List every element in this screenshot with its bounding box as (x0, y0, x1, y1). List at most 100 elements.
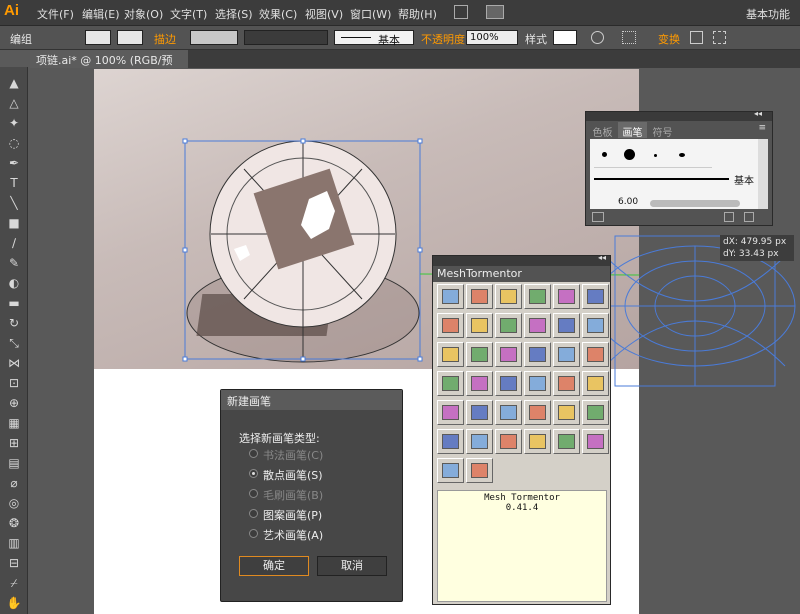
menu-type[interactable]: 文字(T) (170, 6, 207, 22)
recolor-artwork-icon[interactable] (591, 31, 604, 44)
paintbrush-tool-icon[interactable]: ∕ (5, 235, 23, 251)
menu-object[interactable]: 对象(O) (124, 6, 163, 22)
menu-effect[interactable]: 效果(C) (259, 6, 297, 22)
hand-tool-icon[interactable]: ✋ (5, 595, 23, 611)
basic-brush-line[interactable] (594, 178, 729, 180)
panel-menu-icon[interactable]: ≡ (758, 123, 766, 133)
mesh-tool-button[interactable] (437, 429, 464, 454)
width-tool-icon[interactable]: ⋈ (5, 355, 23, 371)
mesh-tool-button[interactable] (495, 400, 522, 425)
workspace-switcher[interactable]: 基本功能 (746, 6, 790, 22)
mesh-tool-button[interactable] (524, 342, 551, 367)
menu-file[interactable]: 文件(F) (37, 6, 74, 22)
mesh-tool-button[interactable] (437, 371, 464, 396)
blob-brush-tool-icon[interactable]: ◐ (5, 275, 23, 291)
stroke-swatch[interactable] (117, 30, 143, 45)
radio-art[interactable] (249, 529, 258, 538)
fill-swatch[interactable] (85, 30, 111, 45)
mesh-tool-button[interactable] (553, 429, 580, 454)
artboard-tool-icon[interactable]: ⊟ (5, 555, 23, 571)
radio-bristle[interactable] (249, 489, 258, 498)
mesh-tool-button[interactable] (466, 313, 493, 338)
line-tool-icon[interactable]: ╲ (5, 195, 23, 211)
menu-edit[interactable]: 编辑(E) (82, 6, 120, 22)
lasso-tool-icon[interactable]: ◌ (5, 135, 23, 151)
mesh-tool-button[interactable] (582, 400, 609, 425)
delete-brush-icon[interactable] (744, 212, 754, 222)
mesh-tool-button[interactable] (437, 313, 464, 338)
rotate-tool-icon[interactable]: ↻ (5, 315, 23, 331)
new-brush-icon[interactable] (724, 212, 734, 222)
radio-pattern[interactable] (249, 509, 258, 518)
mesh-tool-button[interactable] (437, 284, 464, 309)
mesh-tool-button[interactable] (582, 429, 609, 454)
mesh-tool-button[interactable] (466, 342, 493, 367)
eraser-tool-icon[interactable]: ▬ (5, 295, 23, 311)
mesh-tool-button[interactable] (524, 429, 551, 454)
align-icon[interactable] (622, 31, 636, 44)
free-transform-tool-icon[interactable]: ⊡ (5, 375, 23, 391)
mesh-tool-button[interactable] (437, 342, 464, 367)
menu-view[interactable]: 视图(V) (305, 6, 343, 22)
tab-swatches[interactable]: 色板 (588, 122, 617, 139)
tab-brushes[interactable]: 画笔 (618, 122, 647, 139)
pen-tool-icon[interactable]: ✒ (5, 155, 23, 171)
mesh-tool-button[interactable] (553, 313, 580, 338)
mesh-tool-button[interactable] (466, 400, 493, 425)
opacity-label-link[interactable]: 不透明度 (421, 31, 465, 47)
brush-definition-field[interactable]: 基本 (334, 30, 414, 47)
bridge-icon[interactable] (454, 5, 468, 19)
menu-help[interactable]: 帮助(H) (398, 6, 437, 22)
opacity-field[interactable]: 100% (466, 30, 518, 45)
ok-button[interactable]: 确定 (239, 556, 309, 576)
mesh-tool-button[interactable] (582, 313, 609, 338)
type-tool-icon[interactable]: T (5, 175, 23, 191)
stroke-label-link[interactable]: 描边 (154, 31, 176, 47)
selection-tool-icon[interactable]: ▲ (5, 75, 23, 91)
mesh-tool-button[interactable] (524, 313, 551, 338)
variable-width-profile[interactable] (244, 30, 328, 45)
graphic-style-picker[interactable] (553, 30, 577, 45)
mesh-tool-button[interactable] (553, 284, 580, 309)
isolate-icon[interactable] (690, 31, 703, 44)
brush-stroke-preview[interactable] (650, 200, 740, 207)
direct-selection-tool-icon[interactable]: △ (5, 95, 23, 111)
brush-library-list[interactable]: 基本 6.00 (590, 139, 758, 209)
mesh-tool-button[interactable] (495, 342, 522, 367)
radio-scatter[interactable] (249, 469, 258, 478)
mesh-tool-icon[interactable]: ⊞ (5, 435, 23, 451)
mesh-tool-button[interactable] (437, 458, 464, 483)
mesh-tool-button[interactable] (466, 458, 493, 483)
eyedropper-tool-icon[interactable]: ⌀ (5, 475, 23, 491)
mesh-tool-button[interactable] (495, 371, 522, 396)
scale-tool-icon[interactable]: ⤡ (5, 335, 23, 351)
brush-list-scrollbar[interactable] (758, 139, 768, 209)
magic-wand-tool-icon[interactable]: ✦ (5, 115, 23, 131)
mesh-tool-button[interactable] (553, 400, 580, 425)
brush-tip-small[interactable] (602, 152, 607, 157)
gradient-tool-icon[interactable]: ▤ (5, 455, 23, 471)
mesh-tool-button[interactable] (524, 284, 551, 309)
perspective-grid-tool-icon[interactable]: ▦ (5, 415, 23, 431)
document-tab[interactable]: 项链.ai* @ 100% (RGB/预览) × (30, 50, 188, 83)
brush-libraries-icon[interactable] (592, 212, 604, 222)
arrange-documents-icon[interactable] (486, 5, 504, 19)
mesh-tool-button[interactable] (437, 400, 464, 425)
mesh-tool-button[interactable] (524, 371, 551, 396)
symbol-sprayer-tool-icon[interactable]: ❂ (5, 515, 23, 531)
mesh-tool-button[interactable] (553, 371, 580, 396)
mesh-tool-button[interactable] (495, 429, 522, 454)
cancel-button[interactable]: 取消 (317, 556, 387, 576)
rectangle-tool-icon[interactable]: ■ (5, 215, 23, 231)
mesh-tool-button[interactable] (466, 371, 493, 396)
stroke-weight-field[interactable] (190, 30, 238, 45)
mesh-tool-button[interactable] (553, 342, 580, 367)
graph-tool-icon[interactable]: ▥ (5, 535, 23, 551)
mesh-tool-button[interactable] (582, 284, 609, 309)
brush-tip-large[interactable] (624, 149, 635, 160)
slice-tool-icon[interactable]: ⌿ (5, 575, 23, 591)
mesh-tool-button[interactable] (495, 313, 522, 338)
mesh-tool-button[interactable] (466, 429, 493, 454)
options-icon[interactable] (713, 31, 726, 44)
mesh-tool-button[interactable] (582, 371, 609, 396)
